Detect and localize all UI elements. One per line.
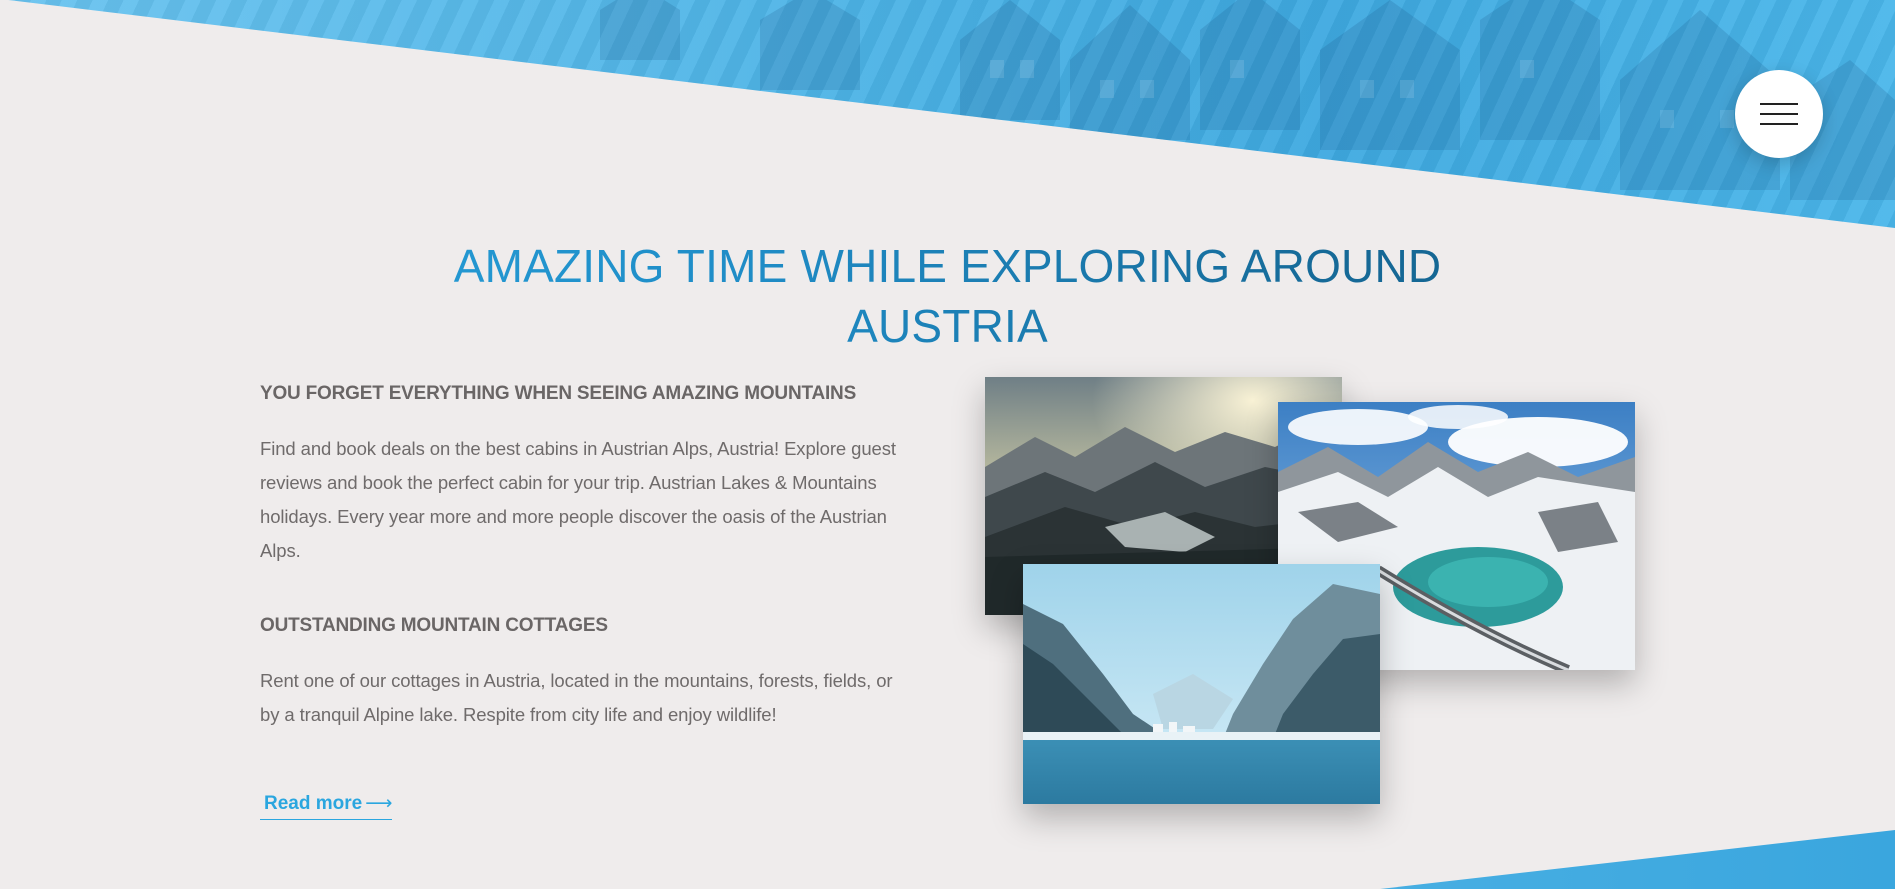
photo-alpine-lake	[1023, 564, 1380, 804]
village-background-image	[600, 0, 1895, 200]
content-column: YOU FORGET EVERYTHING WHEN SEEING AMAZIN…	[260, 376, 910, 820]
menu-button[interactable]	[1735, 70, 1823, 158]
section-body-cottages: Rent one of our cottages in Austria, loc…	[260, 670, 893, 725]
arrow-right-icon: ⟶	[365, 793, 393, 814]
page-title: AMAZING TIME WHILE EXPLORING AROUND AUST…	[0, 236, 1895, 356]
hamburger-menu-icon	[1760, 103, 1798, 125]
section-heading-mountains: YOU FORGET EVERYTHING WHEN SEEING AMAZIN…	[260, 383, 857, 404]
section-body-mountains: Find and book deals on the best cabins i…	[260, 438, 896, 561]
section-heading-cottages: OUTSTANDING MOUNTAIN COTTAGES	[260, 615, 608, 636]
hero-banner	[0, 0, 1895, 228]
read-more-label: Read more	[264, 793, 363, 814]
read-more-link[interactable]: Read more ⟶	[260, 792, 393, 820]
footer-decorative-band	[1380, 830, 1895, 889]
